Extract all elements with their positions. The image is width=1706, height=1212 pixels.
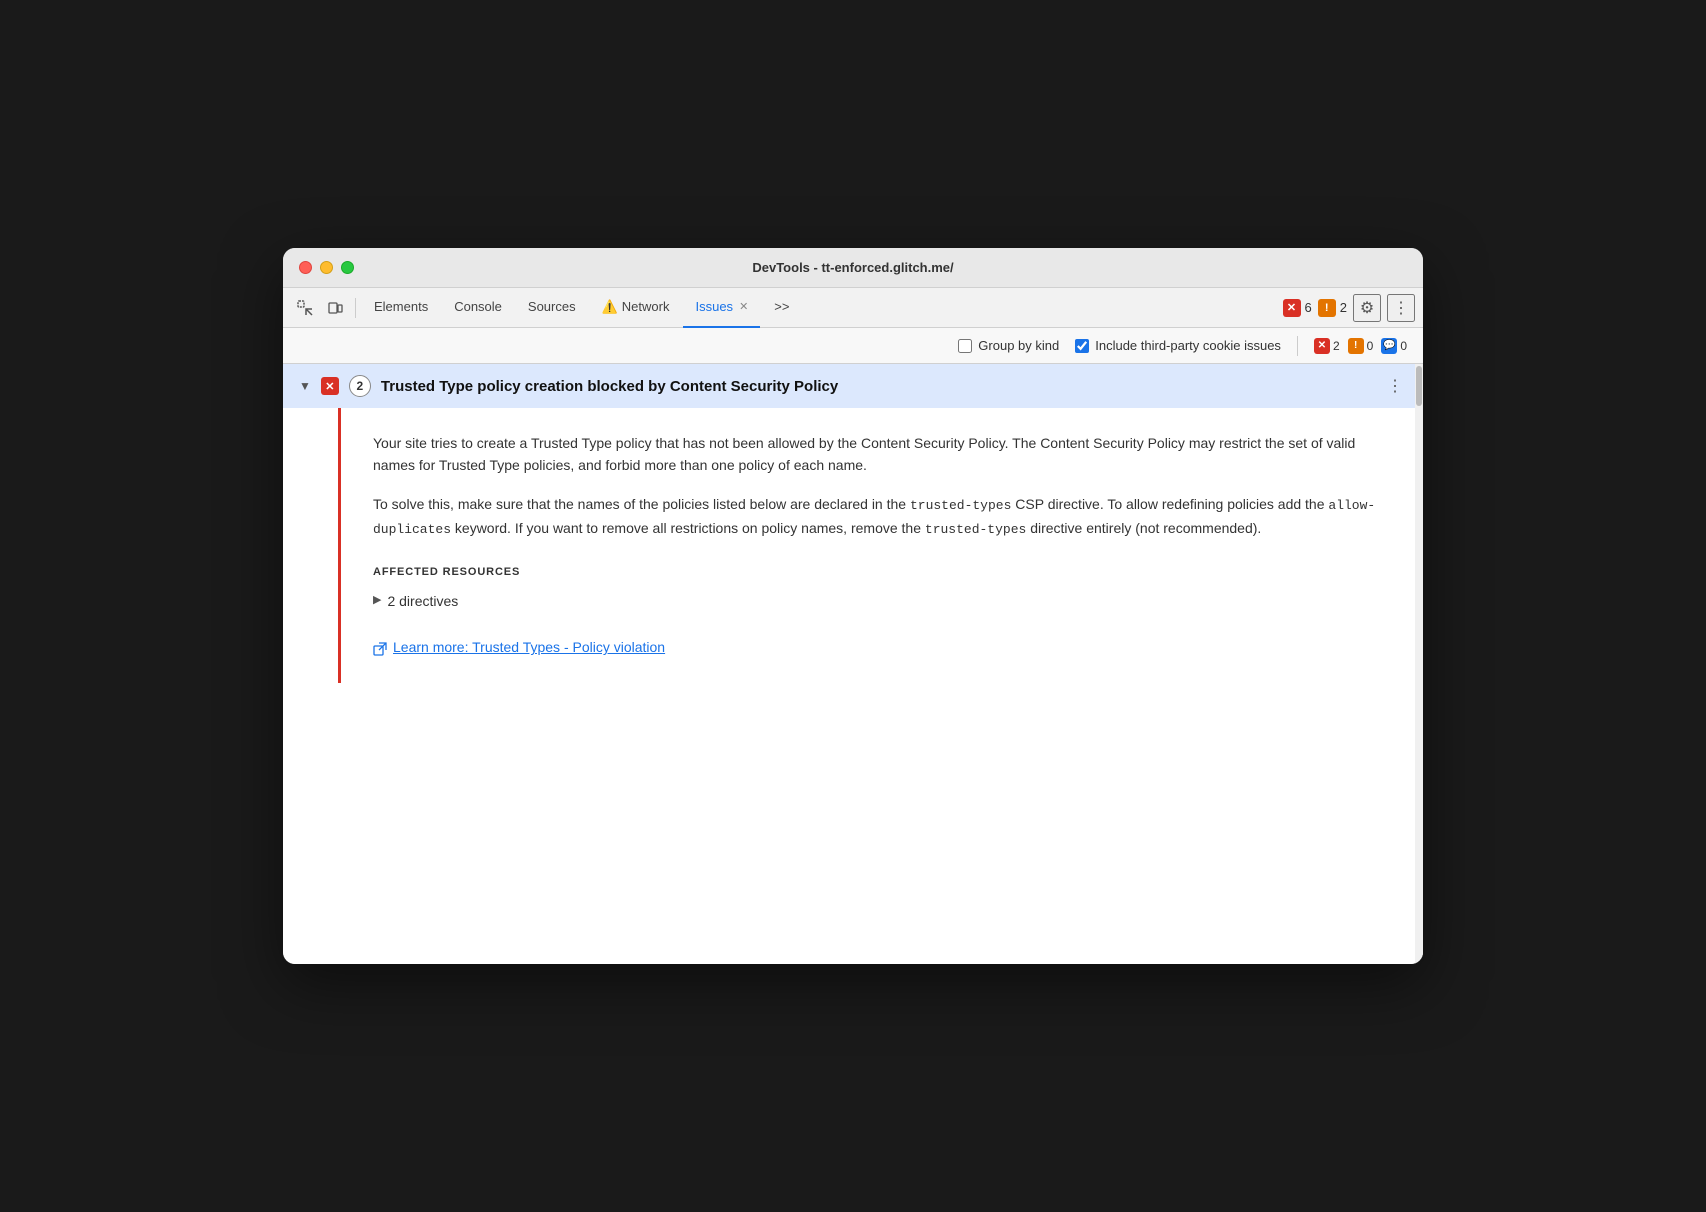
issues-warning-count: ! 0	[1348, 338, 1374, 354]
traffic-lights	[299, 261, 354, 274]
include-third-party-label[interactable]: Include third-party cookie issues	[1095, 338, 1281, 353]
collapse-icon[interactable]: ▼	[299, 379, 311, 393]
issue-more-button[interactable]: ⋮	[1383, 374, 1407, 398]
group-by-kind-label[interactable]: Group by kind	[978, 338, 1059, 353]
issue-body: Your site tries to create a Trusted Type…	[338, 408, 1423, 683]
error-icon: ✕	[1283, 299, 1301, 317]
issues-error-count-label: 2	[1333, 339, 1340, 353]
error-badge-wrap: ✕ 6	[1283, 299, 1312, 317]
more-options-button[interactable]: ⋮	[1387, 294, 1415, 322]
affected-resources-title: AFFECTED RESOURCES	[373, 564, 1391, 582]
issue-header[interactable]: ▼ ✕ 2 Trusted Type policy creation block…	[283, 364, 1423, 408]
more-tabs-button[interactable]: >>	[762, 288, 801, 328]
settings-button[interactable]: ⚙	[1353, 294, 1381, 322]
scrollbar-track	[1415, 364, 1423, 964]
learn-more-label: Learn more: Trusted Types - Policy viola…	[393, 636, 665, 658]
issues-info-count-label: 0	[1400, 339, 1407, 353]
group-by-kind-checkbox[interactable]	[958, 339, 972, 353]
include-third-party-wrap: Include third-party cookie issues	[1075, 338, 1281, 353]
issues-toolbar: Group by kind Include third-party cookie…	[283, 328, 1423, 364]
main-content-wrapper: ▼ ✕ 2 Trusted Type policy creation block…	[283, 364, 1423, 964]
main-content: ▼ ✕ 2 Trusted Type policy creation block…	[283, 364, 1423, 964]
warning-count-label: 2	[1340, 300, 1347, 315]
directives-expand-button[interactable]: ▶ 2 directives	[373, 590, 1391, 612]
include-third-party-checkbox[interactable]	[1075, 339, 1089, 353]
devtools-toolbar: Elements Console Sources ⚠️ Network Issu…	[283, 288, 1423, 328]
tab-network[interactable]: ⚠️ Network	[590, 288, 682, 328]
external-link-icon	[373, 636, 387, 658]
tab-sources[interactable]: Sources	[516, 288, 588, 328]
issue-count-circle: 2	[349, 375, 371, 397]
minimize-button[interactable]	[320, 261, 333, 274]
maximize-button[interactable]	[341, 261, 354, 274]
issues-toolbar-divider	[1297, 336, 1298, 356]
warning-badge-wrap: ! 2	[1318, 299, 1347, 317]
title-bar: DevTools - tt-enforced.glitch.me/	[283, 248, 1423, 288]
device-toolbar-button[interactable]	[321, 294, 349, 322]
window-title: DevTools - tt-enforced.glitch.me/	[752, 260, 953, 275]
scrollbar-thumb[interactable]	[1416, 366, 1422, 406]
tab-console[interactable]: Console	[442, 288, 514, 328]
toolbar-divider-1	[355, 298, 356, 318]
expand-arrow-icon: ▶	[373, 592, 381, 610]
issues-error-icon: ✕	[1314, 338, 1330, 354]
affected-resources-section: AFFECTED RESOURCES ▶ 2 directives	[373, 564, 1391, 612]
issue-title: Trusted Type policy creation blocked by …	[381, 378, 1373, 395]
issues-info-count: 💬 0	[1381, 338, 1407, 354]
close-button[interactable]	[299, 261, 312, 274]
issues-error-count: ✕ 2	[1314, 338, 1340, 354]
inspect-element-button[interactable]	[291, 294, 319, 322]
issues-info-icon: 💬	[1381, 338, 1397, 354]
error-count-label: 6	[1305, 300, 1312, 315]
issue-body-paragraph-1: Your site tries to create a Trusted Type…	[373, 432, 1391, 477]
learn-more-link[interactable]: Learn more: Trusted Types - Policy viola…	[373, 636, 1391, 658]
issue-body-paragraph-2: To solve this, make sure that the names …	[373, 493, 1391, 541]
issues-warning-count-label: 0	[1367, 339, 1374, 353]
tab-elements[interactable]: Elements	[362, 288, 440, 328]
directives-label: 2 directives	[387, 590, 458, 612]
network-warning-icon: ⚠️	[602, 299, 618, 315]
issues-count-group: ✕ 2 ! 0 💬 0	[1314, 338, 1407, 354]
toolbar-right: ✕ 6 ! 2 ⚙ ⋮	[1283, 294, 1415, 322]
issue-error-icon: ✕	[321, 377, 339, 395]
group-by-kind-wrap: Group by kind	[958, 338, 1059, 353]
issues-warning-icon: !	[1348, 338, 1364, 354]
tab-close-icon[interactable]: ✕	[739, 300, 748, 313]
warning-icon: !	[1318, 299, 1336, 317]
devtools-window: DevTools - tt-enforced.glitch.me/ Elemen…	[283, 248, 1423, 964]
tab-issues[interactable]: Issues ✕	[683, 288, 760, 328]
